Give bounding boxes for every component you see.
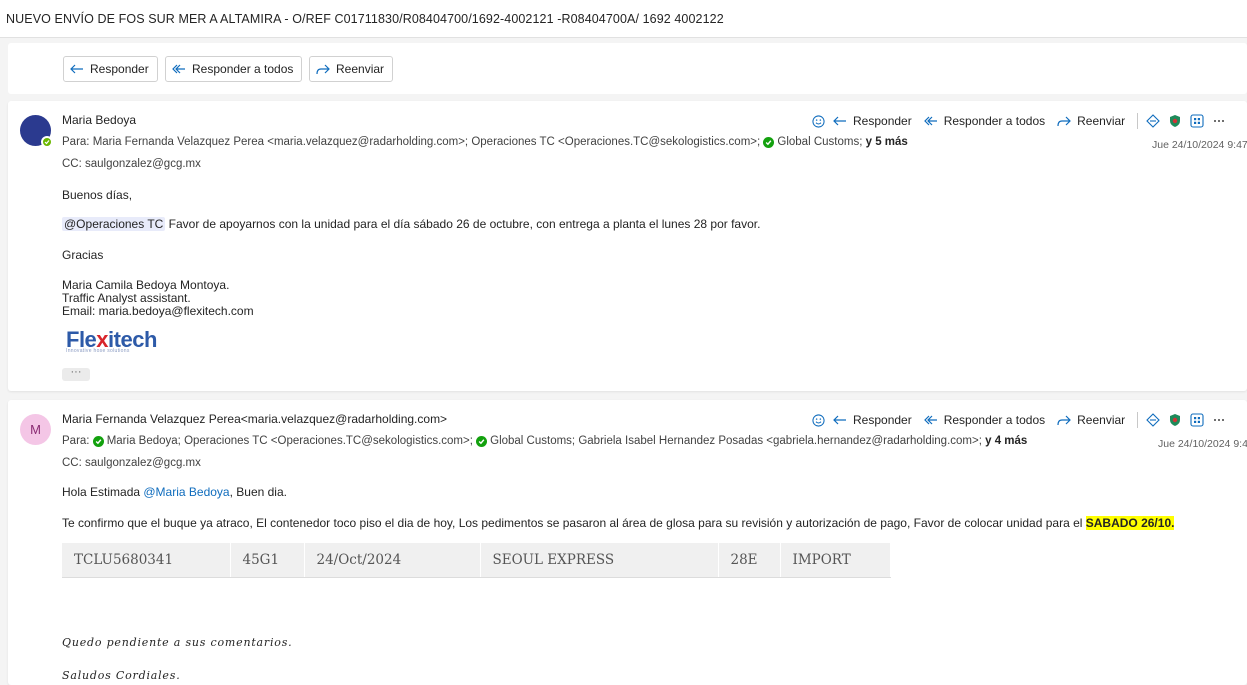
reply-toolbar: Responder Responder a todos Reenviar <box>8 43 1247 94</box>
recipients-cc: CC: saulgonzalez@gcg.mx <box>62 457 201 469</box>
reply-label: Responder <box>90 62 149 76</box>
message-actions: Responder Responder a todos Reenviar <box>812 113 1234 129</box>
to-label: Para: <box>62 435 90 447</box>
forward-icon <box>1057 115 1071 127</box>
table-cell: SEOUL EXPRESS <box>480 543 719 578</box>
message-actions: Responder Responder a todos Reenviar <box>812 412 1234 428</box>
forward-icon <box>1057 414 1071 426</box>
message-card: M Maria Fernanda Velazquez Perea<maria.v… <box>8 400 1247 685</box>
presence-available-icon <box>41 136 53 148</box>
greeting: Hola Estimada @Maria Bedoya, Buen dia. <box>62 485 287 499</box>
recipient[interactable]: Operaciones TC <Operaciones.TC@sekologis… <box>184 435 473 447</box>
shield-addin-icon[interactable] <box>1168 114 1182 128</box>
email-subject: NUEVO ENVÍO DE FOS SUR MER A ALTAMIRA - … <box>0 0 1247 38</box>
reply-button[interactable]: Responder <box>63 56 158 82</box>
reply-icon <box>833 414 847 426</box>
closing-line: Saludos Cordiales. <box>62 669 181 682</box>
forward-button[interactable]: Reenviar <box>309 56 394 82</box>
recipient[interactable]: Global Customs; <box>490 435 575 447</box>
reply-all-icon <box>923 414 938 426</box>
sender-name[interactable]: Maria Bedoya <box>62 113 136 127</box>
more-options-icon[interactable] <box>1212 413 1226 427</box>
message-body: Te confirmo que el buque ya atraco, El c… <box>62 516 1175 530</box>
container-table: TCLU5680341 45G1 24/Oct/2024 SEOUL EXPRE… <box>62 543 891 578</box>
signature: Maria Camila Bedoya Montoya. Traffic Ana… <box>62 279 254 318</box>
table-cell: 24/Oct/2024 <box>304 543 481 578</box>
table-row: TCLU5680341 45G1 24/Oct/2024 SEOUL EXPRE… <box>62 543 891 578</box>
avatar[interactable]: M <box>20 414 51 445</box>
reply-all-label: Responder a todos <box>943 114 1046 128</box>
reply-icon <box>70 63 84 75</box>
recipient[interactable]: Operaciones TC <Operaciones.TC@sekologis… <box>471 136 760 148</box>
body-text: Favor de apoyarnos con la unidad para el… <box>165 217 761 231</box>
verified-check-icon <box>476 436 488 447</box>
reply-all-label: Responder a todos <box>943 413 1046 427</box>
table-cell: 28E <box>718 543 781 578</box>
reply-button[interactable]: Responder <box>833 114 912 128</box>
sender-name[interactable]: Maria Fernanda Velazquez Perea<maria.vel… <box>62 412 447 426</box>
reply-all-button[interactable]: Responder a todos <box>923 114 1046 128</box>
thanks: Gracias <box>62 248 104 262</box>
closing-line: Quedo pendiente a sus comentarios. <box>62 636 293 649</box>
message-date: Jue 24/10/2024 9:44 <box>1158 438 1247 450</box>
loop-icon[interactable] <box>1146 413 1160 427</box>
recipient[interactable]: Gabriela Isabel Hernandez Posadas <gabri… <box>578 435 982 447</box>
forward-label: Reenviar <box>1077 114 1126 128</box>
reply-label: Responder <box>853 413 912 427</box>
recipients-to: Para: Maria Bedoya; Operaciones TC <Oper… <box>62 435 1027 447</box>
loop-icon[interactable] <box>1146 114 1160 128</box>
message-body: @Operaciones TC Favor de apoyarnos con l… <box>62 217 760 231</box>
reply-all-label: Responder a todos <box>192 62 294 76</box>
separator <box>1137 412 1139 428</box>
reply-label: Responder <box>853 114 912 128</box>
greeting: Buenos días, <box>62 188 133 202</box>
recipients-cc: CC: saulgonzalez@gcg.mx <box>62 158 201 170</box>
more-recipients-link[interactable]: y 5 más <box>866 136 908 148</box>
forward-button[interactable]: Reenviar <box>1057 413 1125 427</box>
verified-check-icon <box>763 137 775 148</box>
message-date: Jue 24/10/2024 9:47 <box>1152 139 1247 151</box>
highlighted-date: SABADO 26/10. <box>1085 516 1175 530</box>
apps-icon[interactable] <box>1190 413 1204 427</box>
recipient[interactable]: Maria Fernanda Velazquez Perea <maria.ve… <box>93 136 468 148</box>
apps-icon[interactable] <box>1190 114 1204 128</box>
reply-all-button[interactable]: Responder a todos <box>923 413 1046 427</box>
reply-button[interactable]: Responder <box>833 413 912 427</box>
message-card: Maria Bedoya Responder Responder a todos… <box>8 101 1247 391</box>
forward-icon <box>316 63 330 75</box>
forward-label: Reenviar <box>1077 413 1126 427</box>
shield-addin-icon[interactable] <box>1168 413 1182 427</box>
recipient[interactable]: Maria Bedoya; <box>107 435 181 447</box>
reply-all-icon <box>172 63 186 75</box>
mention[interactable]: @Maria Bedoya <box>143 485 229 499</box>
signature-email: Email: maria.bedoya@flexitech.com <box>62 304 254 318</box>
reply-icon <box>833 115 847 127</box>
table-cell: 45G1 <box>230 543 305 578</box>
more-recipients-link[interactable]: y 4 más <box>985 435 1027 447</box>
more-options-icon[interactable] <box>1212 114 1226 128</box>
avatar[interactable] <box>20 115 53 148</box>
recipient[interactable]: Global Customs; <box>777 136 862 148</box>
recipients-to: Para: Maria Fernanda Velazquez Perea <ma… <box>62 136 908 148</box>
flexitech-logo: Flexitech Innovative hose solutions <box>66 327 157 354</box>
show-trimmed-content-button[interactable]: ··· <box>62 367 90 381</box>
body-text: Te confirmo que el buque ya atraco, El c… <box>62 516 1086 530</box>
separator <box>1137 113 1139 129</box>
reply-all-button[interactable]: Responder a todos <box>165 56 303 82</box>
reply-all-icon <box>923 115 938 127</box>
to-label: Para: <box>62 136 90 148</box>
table-cell: TCLU5680341 <box>62 543 231 578</box>
emoji-icon[interactable] <box>812 413 825 427</box>
forward-button[interactable]: Reenviar <box>1057 114 1125 128</box>
emoji-icon[interactable] <box>812 114 825 128</box>
table-cell: IMPORT <box>780 543 891 578</box>
verified-check-icon <box>92 436 104 447</box>
mention[interactable]: @Operaciones TC <box>62 217 166 231</box>
forward-label: Reenviar <box>336 62 385 76</box>
